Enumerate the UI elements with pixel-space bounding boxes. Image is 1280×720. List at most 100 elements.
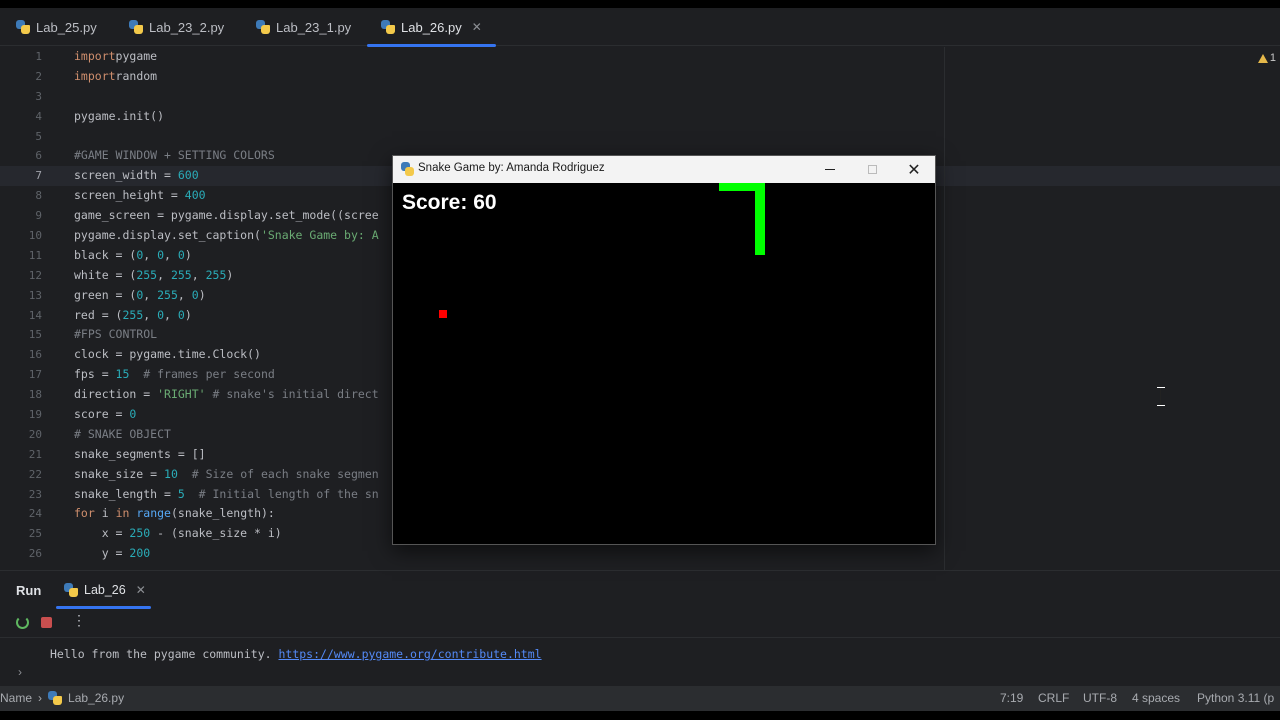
- line-number[interactable]: 26: [0, 544, 50, 564]
- code-token: in: [115, 506, 130, 521]
- tab-label: Lab_25.py: [36, 19, 97, 35]
- code-token: import: [74, 68, 116, 83]
- line-separator[interactable]: CRLF: [1038, 691, 1069, 705]
- tab-lab-25[interactable]: Lab_25.py: [16, 8, 97, 46]
- inspection-warnings[interactable]: 1: [1257, 52, 1276, 64]
- code-token: pygame: [115, 49, 158, 63]
- game-canvas[interactable]: Score: 60: [393, 183, 935, 544]
- line-number[interactable]: 25: [0, 524, 50, 544]
- code-token: 255: [136, 267, 158, 282]
- breadcrumb-file[interactable]: Lab_26.py: [68, 691, 124, 705]
- console-output-line: Hello from the pygame community. https:/…: [50, 647, 542, 661]
- snake-game-window[interactable]: Snake Game by: Amanda Rodriguez ✕ Score:…: [392, 155, 936, 545]
- pygame-icon: [401, 162, 414, 176]
- code-line[interactable]: [74, 87, 945, 107]
- maximize-icon: [867, 165, 877, 174]
- tab-label: Lab_26.py: [401, 19, 462, 35]
- minimize-button[interactable]: [809, 156, 851, 183]
- tab-lab-23-1[interactable]: Lab_23_1.py: [256, 8, 351, 46]
- code-token: 255: [157, 287, 178, 302]
- code-token: ,: [143, 247, 158, 262]
- game-window-title: Snake Game by: Amanda Rodriguez: [418, 162, 605, 174]
- tab-lab-26[interactable]: Lab_26.py ✕: [367, 8, 496, 47]
- line-number[interactable]: 12: [0, 266, 50, 286]
- line-number[interactable]: 3: [0, 87, 50, 107]
- file-encoding[interactable]: UTF-8: [1083, 691, 1117, 705]
- line-number[interactable]: 10: [0, 226, 50, 246]
- line-number[interactable]: 19: [0, 405, 50, 425]
- python-file-icon: [16, 20, 30, 34]
- code-token: ,: [164, 307, 178, 322]
- line-number[interactable]: 6: [0, 146, 50, 166]
- line-number[interactable]: 8: [0, 186, 50, 206]
- line-number[interactable]: 15: [0, 325, 50, 345]
- code-token: pygame.display.set_caption(: [74, 228, 261, 243]
- code-line[interactable]: importrandom: [74, 67, 945, 87]
- line-number[interactable]: 16: [0, 345, 50, 365]
- close-tab-icon[interactable]: ✕: [472, 20, 482, 34]
- maximize-button[interactable]: [851, 156, 893, 183]
- python-file-icon: [381, 20, 395, 34]
- line-number[interactable]: 7: [0, 166, 50, 186]
- line-number[interactable]: 9: [0, 206, 50, 226]
- code-token: ): [226, 267, 234, 282]
- code-line[interactable]: pygame.init(): [74, 107, 945, 127]
- line-number[interactable]: 24: [0, 504, 50, 524]
- line-number[interactable]: 22: [0, 465, 50, 485]
- code-line[interactable]: [74, 127, 945, 147]
- code-token: fps =: [74, 367, 116, 382]
- rerun-icon[interactable]: [16, 616, 29, 629]
- breadcrumb-root[interactable]: Name: [0, 691, 32, 705]
- code-token: screen_height =: [74, 188, 185, 203]
- code-token: range: [136, 506, 171, 521]
- code-token: x =: [74, 526, 130, 541]
- code-token: snake_size =: [74, 466, 165, 481]
- run-panel-title: Run: [16, 583, 42, 598]
- console-link[interactable]: https://www.pygame.org/contribute.html: [278, 647, 541, 661]
- code-token: snake_length =: [74, 486, 178, 501]
- line-number[interactable]: 2: [0, 67, 50, 87]
- close-run-tab-icon[interactable]: ✕: [136, 583, 146, 597]
- line-number[interactable]: 18: [0, 385, 50, 405]
- line-number[interactable]: 23: [0, 485, 50, 505]
- line-number[interactable]: 11: [0, 246, 50, 266]
- code-token: 250: [129, 526, 151, 541]
- code-token: game_screen = pygame.display.set_mode((s…: [74, 208, 379, 223]
- code-token: #FPS CONTROL: [74, 327, 158, 342]
- run-toolbar: ⋮: [0, 608, 1280, 638]
- line-number[interactable]: 4: [0, 107, 50, 127]
- score-display: Score: 60: [402, 191, 497, 214]
- code-token: pygame.init(): [74, 108, 165, 123]
- line-number[interactable]: 14: [0, 306, 50, 326]
- stop-icon[interactable]: [41, 617, 52, 628]
- close-button[interactable]: ✕: [893, 156, 935, 183]
- game-window-titlebar[interactable]: Snake Game by: Amanda Rodriguez ✕: [393, 156, 935, 183]
- run-tab-lab-26[interactable]: Lab_26 ✕: [64, 583, 146, 597]
- python-interpreter[interactable]: Python 3.11 (p: [1197, 691, 1274, 705]
- console-text: Hello from the pygame community.: [50, 647, 279, 661]
- code-token: 0: [177, 307, 185, 322]
- code-token: 255: [205, 267, 227, 282]
- code-token: 0: [157, 307, 165, 322]
- chevron-right-icon: ›: [38, 691, 43, 705]
- tab-lab-23-2[interactable]: Lab_23_2.py: [129, 8, 224, 46]
- line-number[interactable]: 1: [0, 47, 50, 67]
- more-options-icon[interactable]: ⋮: [72, 612, 86, 629]
- warning-count: 1: [1269, 52, 1276, 64]
- line-number[interactable]: 20: [0, 425, 50, 445]
- code-line[interactable]: importpygame: [74, 47, 945, 67]
- code-token: 400: [184, 188, 206, 203]
- line-number-gutter: 1 2 3 4 5 6 7 8 9 10 11 12 13 14 15 16 17 18 19 20 21 22 23 24 2…: [0, 47, 50, 564]
- caret-position[interactable]: 7:19: [1000, 691, 1023, 705]
- indent-setting[interactable]: 4 spaces: [1132, 691, 1180, 705]
- code-token: 200: [129, 546, 151, 561]
- line-number[interactable]: 17: [0, 365, 50, 385]
- line-number[interactable]: 21: [0, 445, 50, 465]
- line-number[interactable]: 5: [0, 127, 50, 147]
- code-line[interactable]: y = 200: [74, 544, 945, 564]
- line-number[interactable]: 13: [0, 286, 50, 306]
- code-token: # Size of each snake segmen: [191, 466, 379, 481]
- code-token: 0: [191, 287, 199, 302]
- code-token: y =: [74, 546, 130, 561]
